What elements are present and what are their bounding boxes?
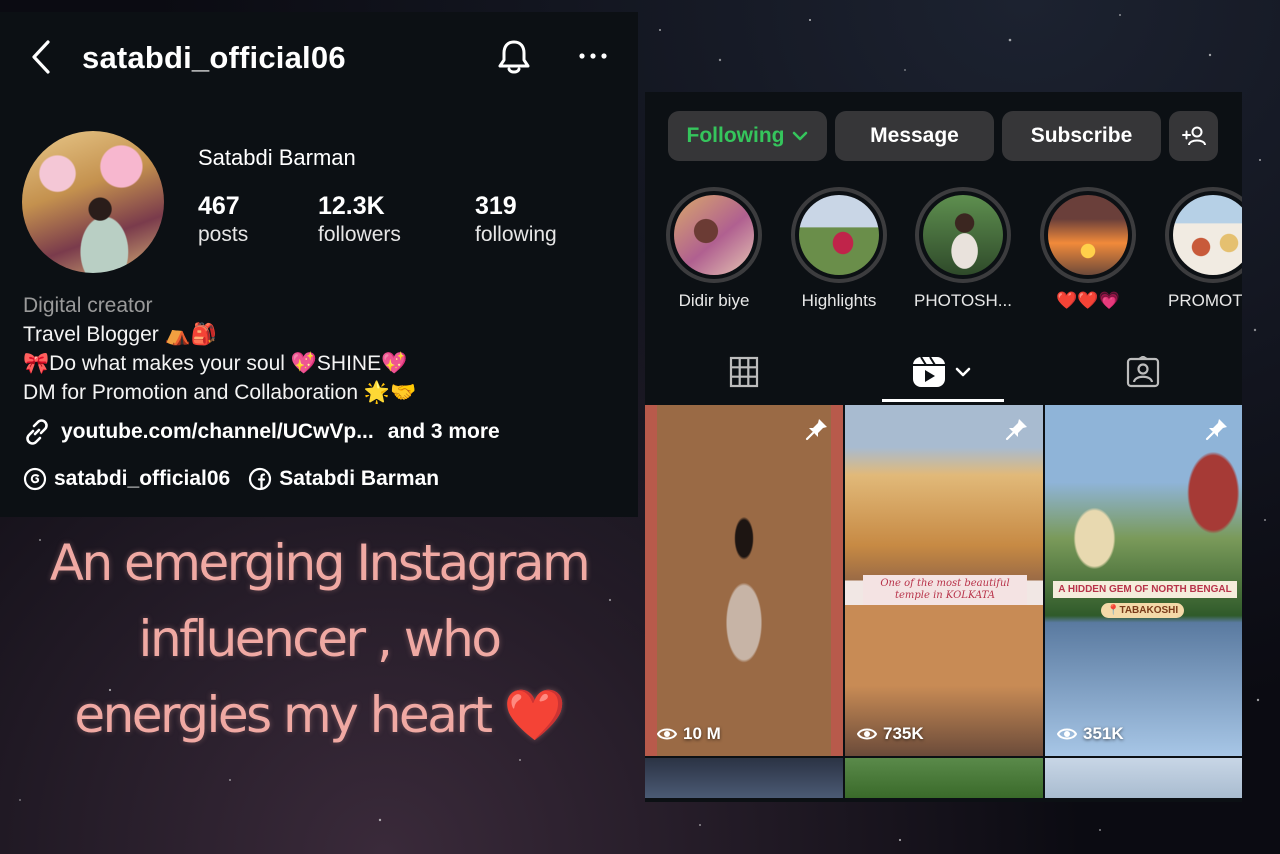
back-button[interactable]: [28, 38, 56, 76]
reel-views-count: 351K: [1083, 724, 1124, 743]
threads-icon: [23, 467, 47, 491]
following-button[interactable]: Following: [668, 111, 827, 161]
following-count[interactable]: 319 following: [475, 192, 557, 247]
more-horizontal-icon: [579, 53, 607, 59]
profile-avatar[interactable]: [22, 131, 164, 273]
reel-location-tag: 📍TABAKOSHI: [1101, 603, 1185, 618]
caption-line: An emerging Instagram: [49, 534, 591, 592]
notifications-button[interactable]: [496, 38, 532, 76]
tagged-person-icon: [1126, 356, 1160, 388]
reel-overlay-text: A HIDDEN GEM OF NORTH BENGAL: [1053, 581, 1237, 598]
posts-count-label: posts: [198, 223, 249, 246]
following-count-label: following: [475, 223, 557, 246]
highlight-label: ❤️❤️💗: [1056, 291, 1120, 310]
highlight-cover: [923, 195, 1003, 275]
eye-icon: [1057, 728, 1077, 740]
top-navigation-bar: satabdi_official06: [0, 12, 638, 102]
threads-handle: satabdi_official06: [54, 467, 231, 490]
reel-thumbnail[interactable]: One of the most beautiful temple in KOLK…: [845, 405, 1043, 756]
profile-display-name: Satabdi Barman: [198, 145, 356, 170]
bell-icon: [498, 40, 530, 74]
caption-line: influencer , who: [138, 610, 502, 668]
caption-line: energies my heart ❤️: [74, 686, 566, 744]
tab-tagged[interactable]: [1083, 340, 1203, 404]
subscribe-button[interactable]: Subscribe: [1002, 111, 1161, 161]
reel-views-count: 735K: [883, 724, 924, 743]
posts-count-value: 467: [198, 192, 240, 220]
content-tabs: [645, 340, 1242, 404]
highlight-cover: [674, 195, 754, 275]
highlight-label: PROMOTI: [1168, 291, 1242, 310]
highlight-ring: [791, 187, 887, 283]
promo-caption: An emerging Instagram influencer , who e…: [0, 525, 638, 753]
chevron-down-icon: [793, 131, 808, 141]
followers-count[interactable]: 12.3K followers: [318, 192, 401, 247]
reel-views: 735K: [857, 724, 924, 744]
facebook-icon: [249, 467, 272, 491]
reels-icon: [913, 356, 971, 387]
reel-thumbnail[interactable]: [845, 758, 1043, 798]
highlight-ring: [666, 187, 762, 283]
reel-thumbnail[interactable]: [1045, 758, 1242, 798]
more-options-button[interactable]: [578, 46, 608, 66]
reel-overlay-text: One of the most beautiful temple in KOLK…: [863, 575, 1027, 605]
highlight-cover: [1048, 195, 1128, 275]
link-icon: [26, 419, 48, 445]
profile-header-panel: satabdi_official06 Satabdi Barman 467 po…: [0, 12, 638, 517]
reel-views-count: 10 M: [683, 724, 721, 743]
suggested-users-button[interactable]: [1169, 111, 1218, 161]
profile-username-title: satabdi_official06: [82, 40, 346, 75]
following-count-value: 319: [475, 192, 517, 220]
highlight-label: Didir biye: [678, 291, 750, 310]
grid-icon: [729, 356, 759, 388]
posts-count[interactable]: 467 posts: [198, 192, 248, 247]
reel-views: 351K: [1057, 724, 1124, 744]
pin-icon: [1205, 419, 1227, 441]
pin-icon: [1005, 419, 1027, 441]
pin-icon: [805, 419, 827, 441]
highlight-cover: [1173, 195, 1242, 275]
following-button-label: Following: [686, 124, 785, 147]
threads-link[interactable]: satabdi_official06: [23, 467, 230, 491]
subscribe-button-label: Subscribe: [1030, 124, 1133, 147]
tab-reels[interactable]: [882, 340, 1004, 404]
facebook-name: Satabdi Barman: [279, 467, 440, 490]
highlight-label: Highlights: [801, 291, 877, 310]
followers-count-value: 12.3K: [318, 192, 385, 220]
reel-thumbnail[interactable]: A HIDDEN GEM OF NORTH BENGAL 📍TABAKOSHI …: [1045, 405, 1242, 756]
highlight-label: PHOTOSH...: [914, 291, 1012, 310]
highlight-ring: [1165, 187, 1242, 283]
story-highlight[interactable]: ❤️❤️💗: [1039, 187, 1137, 311]
bio-line: 🎀Do what makes your soul 💖SHINE💖: [23, 352, 408, 375]
bio-line: Travel Blogger ⛺🎒: [23, 323, 217, 346]
add-user-icon: [1181, 126, 1206, 146]
story-highlight[interactable]: PROMOTI: [1164, 187, 1242, 316]
bio-line: DM for Promotion and Collaboration 🌟🤝: [23, 381, 417, 404]
reel-thumbnail[interactable]: [645, 758, 843, 798]
highlight-ring: [1040, 187, 1136, 283]
highlight-cover: [799, 195, 879, 275]
highlight-ring: [915, 187, 1011, 283]
chevron-left-icon: [32, 40, 50, 74]
reel-views: 10 M: [657, 724, 721, 744]
story-highlight[interactable]: Didir biye: [665, 187, 763, 311]
bio-link[interactable]: youtube.com/channel/UCwVp... and 3 more: [23, 418, 500, 446]
story-highlight[interactable]: PHOTOSH...: [914, 187, 1012, 311]
facebook-link[interactable]: Satabdi Barman: [248, 467, 439, 491]
social-links: satabdi_official06 Satabdi Barman: [23, 467, 439, 491]
bio-link-text: youtube.com/channel/UCwVp...: [61, 420, 374, 443]
eye-icon: [857, 728, 877, 740]
profile-content-panel: Following Message Subscribe Didir biye H…: [645, 92, 1242, 802]
followers-count-label: followers: [318, 223, 401, 246]
story-highlight[interactable]: Highlights: [790, 187, 888, 311]
message-button[interactable]: Message: [835, 111, 994, 161]
tab-posts-grid[interactable]: [684, 340, 804, 404]
message-button-label: Message: [870, 124, 959, 147]
eye-icon: [657, 728, 677, 740]
bio-link-more[interactable]: and 3 more: [388, 420, 500, 444]
profile-category: Digital creator: [23, 294, 153, 317]
reel-thumbnail[interactable]: 10 M: [645, 405, 843, 756]
